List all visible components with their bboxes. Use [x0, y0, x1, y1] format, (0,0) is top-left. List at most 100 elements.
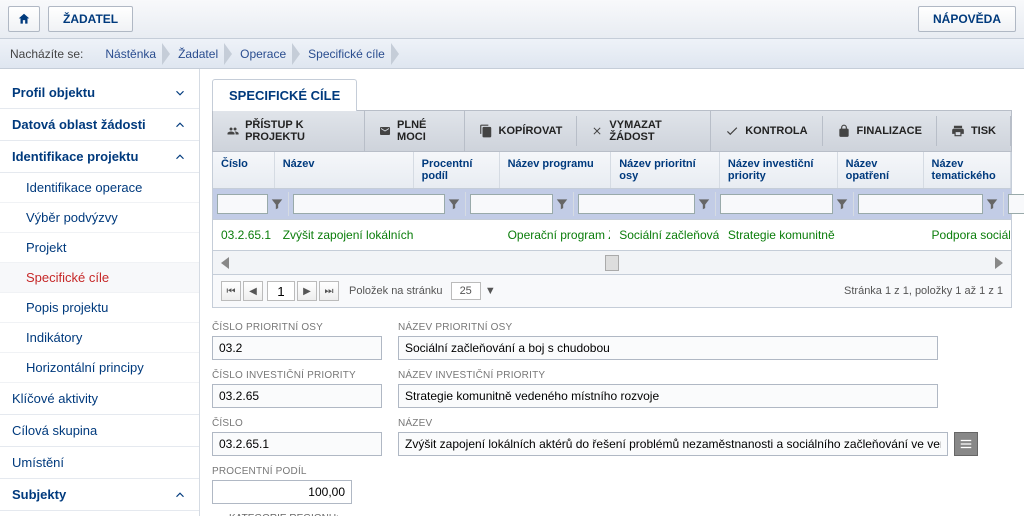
tab-specific-goals[interactable]: SPECIFICKÉ CÍLE [212, 79, 357, 111]
cell-number: 03.2.65.1 [213, 224, 275, 246]
col-number[interactable]: Číslo [213, 152, 275, 188]
input-name[interactable] [398, 432, 948, 456]
pager-perpage[interactable]: 25 [451, 282, 481, 300]
chevron-down-icon [173, 86, 187, 100]
nav-section-subjects[interactable]: Subjekty [0, 479, 199, 511]
pager-prev[interactable]: ◀ [243, 281, 263, 301]
nav-item-location[interactable]: Umístění [0, 447, 199, 479]
filter-number[interactable] [217, 194, 268, 214]
people-icon [227, 124, 239, 138]
input-axis-name[interactable] [398, 336, 938, 360]
breadcrumb-item[interactable]: Nástěnka [97, 39, 170, 69]
filter-program[interactable] [578, 194, 695, 214]
breadcrumb-item[interactable]: Specifické cíle [300, 39, 399, 69]
chevron-up-icon [173, 150, 187, 164]
label-axis-name: NÁZEV PRIORITNÍ OSY [398, 322, 938, 333]
nav-section-label: Datová oblast žádosti [12, 117, 146, 132]
tb-full-powers[interactable]: PLNÉ MOCI [365, 111, 465, 151]
applicant-button[interactable]: ŽADATEL [48, 6, 133, 32]
nav-item-project[interactable]: Projekt [0, 233, 199, 263]
col-percent[interactable]: Procentní podíl [414, 152, 500, 188]
close-icon [591, 124, 603, 138]
funnel-icon[interactable] [555, 197, 569, 211]
pager-next[interactable]: ▶ [297, 281, 317, 301]
grid-filter-row [212, 189, 1012, 220]
cell-percent [414, 224, 500, 246]
filter-name[interactable] [293, 194, 445, 214]
home-button[interactable] [8, 6, 40, 32]
nav-item-target-group[interactable]: Cílová skupina [0, 415, 199, 447]
pager-info: Stránka 1 z 1, položky 1 až 1 z 1 [844, 285, 1003, 297]
print-icon [951, 124, 965, 138]
cell-investment: Strategie komunitně v… [720, 224, 838, 246]
nav-item-indicators[interactable]: Indikátory [0, 323, 199, 353]
grid-header: Číslo Název Procentní podíl Název progra… [212, 152, 1012, 189]
filter-percent[interactable] [470, 194, 553, 214]
grid-hscroll[interactable] [212, 251, 1012, 275]
funnel-icon[interactable] [270, 197, 284, 211]
nav-section-profile[interactable]: Profil objektu [0, 77, 199, 109]
tb-check[interactable]: KONTROLA [711, 116, 822, 146]
input-ip-name[interactable] [398, 384, 938, 408]
breadcrumb-label: Nacházíte se: [10, 47, 83, 61]
col-thematic[interactable]: Název tematického [924, 152, 1011, 188]
col-measure[interactable]: Název opatření [838, 152, 924, 188]
col-axis[interactable]: Název prioritní osy [611, 152, 720, 188]
cell-axis: Sociální začleňování a… [611, 224, 720, 246]
input-num[interactable] [212, 432, 382, 456]
filter-axis[interactable] [720, 194, 833, 214]
tb-copy[interactable]: KOPÍROVAT [465, 116, 578, 146]
dropdown-icon[interactable] [605, 255, 619, 271]
label-ip-name: NÁZEV INVESTIČNÍ PRIORITY [398, 370, 938, 381]
pager-first[interactable]: ⏮ [221, 281, 241, 301]
funnel-icon[interactable] [447, 197, 461, 211]
nav-section-data-area[interactable]: Datová oblast žádosti [0, 109, 199, 141]
pager-page-input[interactable] [267, 281, 295, 301]
nav-section-label: Subjekty [12, 487, 66, 502]
home-icon [17, 12, 31, 26]
table-row[interactable]: 03.2.65.1 Zvýšit zapojení lokálních akt…… [212, 220, 1012, 251]
filter-investment[interactable] [858, 194, 983, 214]
label-ip-num: ČÍSLO INVESTIČNÍ PRIORITY [212, 370, 382, 381]
tb-project-access[interactable]: PŘÍSTUP K PROJEKTU [213, 111, 365, 151]
pager-last[interactable]: ⏭ [319, 281, 339, 301]
breadcrumb-item[interactable]: Operace [232, 39, 300, 69]
nav-item-operation-id[interactable]: Identifikace operace [0, 173, 199, 203]
chevron-down-icon[interactable]: ▼ [485, 285, 496, 297]
funnel-icon[interactable] [697, 197, 711, 211]
label-axis-num: ČÍSLO PRIORITNÍ OSY [212, 322, 382, 333]
cell-name: Zvýšit zapojení lokálních akt… [275, 224, 414, 246]
nav-item-horizontal[interactable]: Horizontální principy [0, 353, 199, 383]
help-button[interactable]: NÁPOVĚDA [918, 6, 1016, 32]
col-program[interactable]: Název programu [500, 152, 612, 188]
copy-icon [479, 124, 493, 138]
nav-item-project-subjects[interactable]: Subjekty projektu [0, 511, 199, 516]
col-investment[interactable]: Název investiční priority [720, 152, 838, 188]
label-name: NÁZEV [398, 418, 978, 429]
filter-measure[interactable] [1008, 194, 1024, 214]
input-pct[interactable] [212, 480, 352, 504]
sidebar: Profil objektu Datová oblast žádosti Ide… [0, 69, 200, 516]
col-name[interactable]: Název [275, 152, 414, 188]
funnel-icon[interactable] [985, 197, 999, 211]
nav-section-identification[interactable]: Identifikace projektu [0, 141, 199, 173]
input-ip-num[interactable] [212, 384, 382, 408]
nav-item-specific-goals[interactable]: Specifické cíle [0, 263, 199, 293]
label-num: ČÍSLO [212, 418, 382, 429]
nav-section-label: Profil objektu [12, 85, 95, 100]
tb-finalize[interactable]: FINALIZACE [823, 116, 937, 146]
funnel-icon[interactable] [835, 197, 849, 211]
lock-icon [837, 124, 851, 138]
tb-delete-request[interactable]: VYMAZAT ŽÁDOST [577, 111, 711, 151]
breadcrumb-item[interactable]: Žadatel [170, 39, 232, 69]
nav-item-project-desc[interactable]: Popis projektu [0, 293, 199, 323]
tb-print[interactable]: TISK [937, 116, 1011, 146]
nav-item-key-activities[interactable]: Klíčové aktivity [0, 383, 199, 415]
cell-thematic: Podpora sociáln [924, 224, 1011, 246]
expand-text-button[interactable] [954, 432, 978, 456]
label-pct: PROCENTNÍ PODÍL [212, 466, 352, 477]
input-axis-num[interactable] [212, 336, 382, 360]
pager-perpage-label: Položek na stránku [349, 285, 443, 297]
nav-item-subcall[interactable]: Výběr podvýzvy [0, 203, 199, 233]
chevron-up-icon [173, 118, 187, 132]
